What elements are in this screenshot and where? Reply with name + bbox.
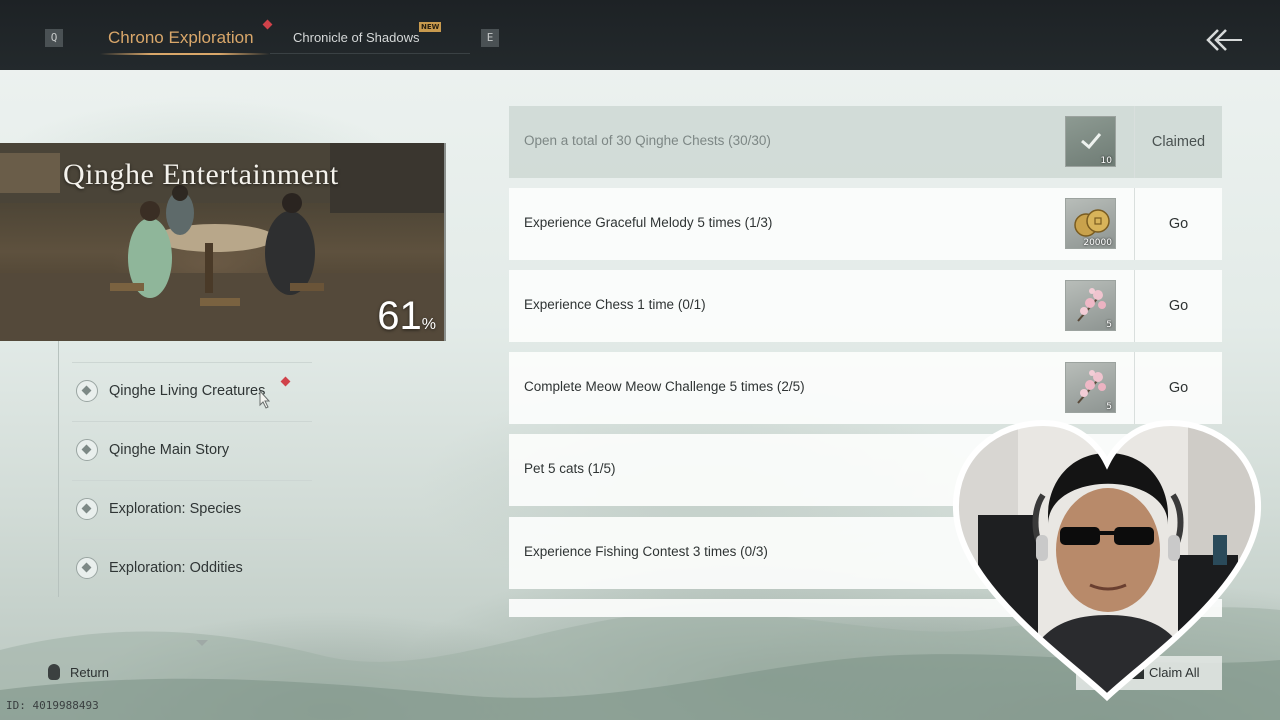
go-button[interactable]: Go	[1135, 188, 1222, 260]
category-item-exploration-species[interactable]: Exploration: Species	[72, 480, 312, 538]
active-tab-indicator	[100, 53, 270, 55]
task-description: Experience Chess 1 time (0/1)	[524, 297, 706, 312]
tab-chronicle-of-shadows[interactable]: Chronicle of Shadows	[293, 30, 419, 45]
reward-quantity: 10	[1100, 156, 1112, 166]
category-label: Qinghe Living Creatures	[109, 383, 266, 399]
category-emblem-icon	[76, 498, 98, 520]
cursor-pointer-icon	[259, 390, 271, 409]
task-row: Experience Chess 1 time (0/1) 5 Go	[509, 270, 1222, 342]
blossom-icon	[1077, 288, 1106, 322]
scroll-down-caret-icon[interactable]	[196, 640, 208, 646]
task-description: Experience Graceful Melody 5 times (1/3)	[524, 215, 773, 230]
category-hero-card: Qinghe Entertainment 61%	[0, 143, 446, 341]
reward-slot[interactable]: 5	[1065, 280, 1116, 331]
completion-percent-sign: %	[421, 316, 436, 333]
task-row: Open a total of 30 Qinghe Chests (30/30)…	[509, 106, 1222, 178]
checkmark-icon	[1081, 133, 1102, 150]
category-emblem-icon	[76, 439, 98, 461]
go-button[interactable]: Go	[1135, 270, 1222, 342]
completion-percent: 61%	[377, 294, 436, 339]
mouse-right-click-icon	[48, 664, 60, 680]
task-description: Open a total of 30 Qinghe Chests (30/30)	[524, 133, 771, 148]
player-id: ID: 4019988493	[6, 699, 99, 712]
prev-tab-key-hint[interactable]: Q	[45, 29, 63, 47]
category-label: Exploration: Oddities	[109, 560, 243, 576]
category-item-main-story[interactable]: Qinghe Main Story	[72, 421, 312, 479]
category-emblem-icon	[76, 380, 98, 402]
category-item-living-creatures[interactable]: Qinghe Living Creatures	[72, 362, 312, 420]
next-tab-key-hint[interactable]: E	[481, 29, 499, 47]
coins-icon	[1074, 209, 1110, 237]
reward-quantity: 5	[1106, 402, 1112, 412]
reward-slot[interactable]: 5	[1065, 362, 1116, 413]
category-item-exploration-oddities[interactable]: Exploration: Oddities	[72, 539, 312, 597]
blossom-icon	[1077, 370, 1106, 404]
claimed-status: Claimed	[1151, 134, 1206, 150]
tab-divider	[270, 53, 470, 54]
tab-chrono-exploration[interactable]: Chrono Exploration	[108, 28, 254, 48]
return-label: Return	[70, 665, 110, 680]
alert-dot-icon	[262, 19, 273, 30]
task-row: Complete Meow Meow Challenge 5 times (2/…	[509, 352, 1222, 424]
top-navigation-bar: Q Chrono Exploration Chronicle of Shadow…	[0, 0, 1280, 70]
double-chevron-back-icon[interactable]	[1204, 26, 1244, 54]
task-description: Pet 5 cats (1/5)	[524, 461, 616, 476]
reward-slot[interactable]: 10	[1065, 116, 1116, 167]
completion-percent-value: 61	[377, 294, 422, 338]
category-emblem-icon	[76, 557, 98, 579]
alert-dot-icon	[280, 376, 291, 387]
return-button[interactable]: Return	[46, 662, 126, 686]
task-description: Complete Meow Meow Challenge 5 times (2/…	[524, 379, 805, 394]
category-list-rail	[58, 341, 59, 597]
task-description: Experience Fishing Contest 3 times (0/3)	[524, 544, 768, 559]
new-badge: NEW	[419, 22, 442, 32]
webcam-heart-overlay	[952, 419, 1262, 702]
reward-slot[interactable]: 20000	[1065, 198, 1116, 249]
hero-title: Qinghe Entertainment	[63, 158, 339, 191]
reward-quantity: 20000	[1083, 238, 1112, 248]
task-row: Experience Graceful Melody 5 times (1/3)…	[509, 188, 1222, 260]
go-button[interactable]: Go	[1135, 352, 1222, 424]
category-label: Exploration: Species	[109, 501, 242, 517]
category-label: Qinghe Main Story	[109, 442, 230, 458]
reward-quantity: 5	[1106, 320, 1112, 330]
